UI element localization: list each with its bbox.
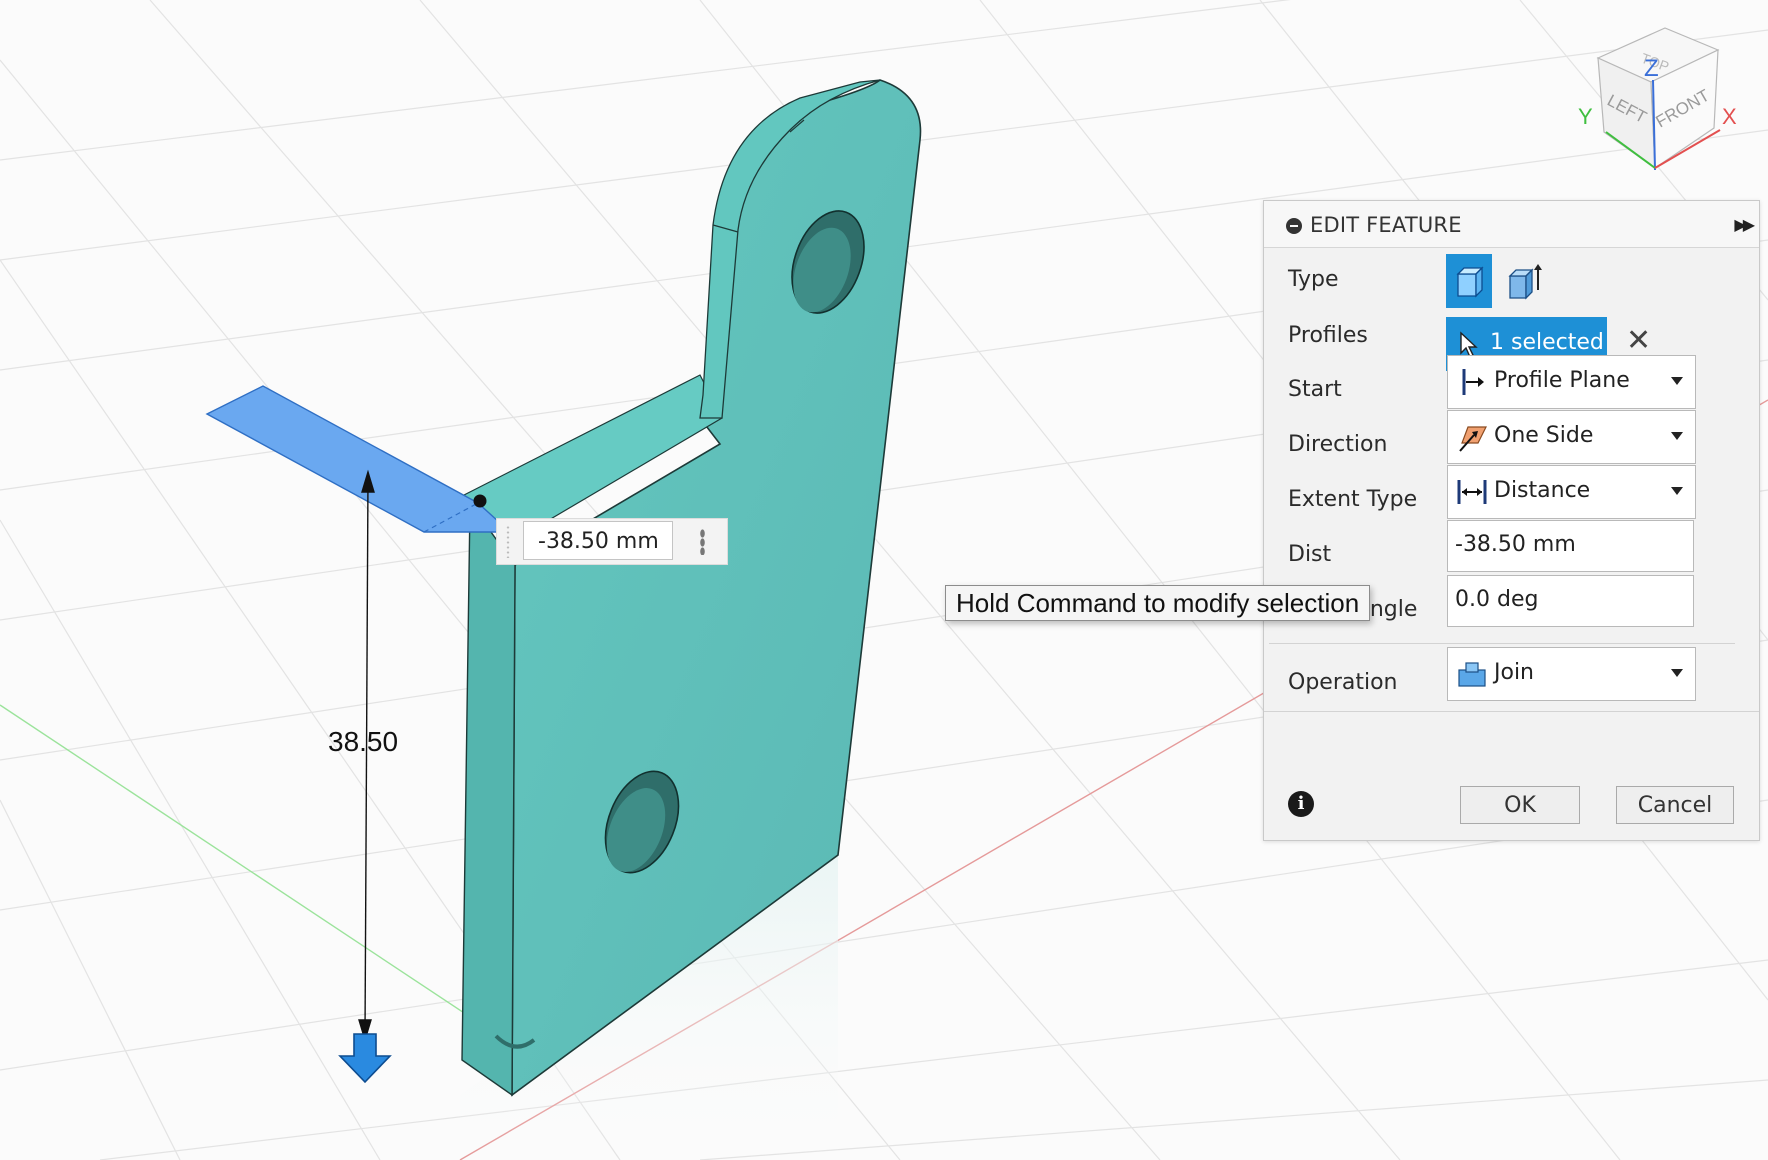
thin-extrude-icon — [1508, 264, 1542, 300]
chevron-down-icon — [1671, 669, 1683, 677]
panel-divider — [1269, 643, 1735, 644]
operation-label: Operation — [1288, 670, 1398, 695]
distance-label: Dist — [1288, 542, 1332, 567]
expand-panel-icon[interactable]: ▶▶ — [1734, 215, 1755, 234]
footer-divider — [1264, 711, 1759, 712]
y-axis-label: Y — [1578, 104, 1593, 129]
y-axis-line — [0, 704, 521, 1051]
chevron-down-icon — [1671, 377, 1683, 385]
dimension-label[interactable]: 38.50 — [328, 726, 398, 758]
canvas-distance-manipulator: -38.50 mm — [496, 518, 728, 565]
extrude-drag-arrow[interactable] — [338, 1033, 392, 1084]
cancel-button[interactable]: Cancel — [1616, 786, 1734, 824]
ok-button[interactable]: OK — [1460, 786, 1580, 824]
distance-input[interactable]: -38.50 mm — [1447, 520, 1694, 572]
extent-type-dropdown[interactable]: Distance — [1447, 465, 1696, 519]
profile-point[interactable] — [473, 494, 487, 508]
more-options-icon[interactable] — [700, 529, 705, 555]
direction-label: Direction — [1288, 432, 1388, 457]
drag-grip[interactable] — [505, 525, 511, 558]
direction-value: One Side — [1494, 423, 1594, 448]
distance-icon — [1457, 480, 1487, 504]
view-cube[interactable]: TOP LEFT FRONT Z Y X — [1578, 27, 1737, 171]
operation-value: Join — [1494, 660, 1535, 685]
z-axis-label: Z — [1644, 55, 1659, 82]
profiles-count: 1 selected — [1490, 330, 1604, 355]
extrude-icon — [1456, 266, 1484, 298]
direction-dropdown[interactable]: One Side — [1447, 410, 1696, 464]
type-extrude-button[interactable] — [1446, 254, 1492, 308]
type-label: Type — [1288, 267, 1339, 292]
type-thin-extrude-button[interactable] — [1500, 254, 1546, 308]
panel-title: EDIT FEATURE — [1310, 213, 1462, 237]
profile-plane-icon — [1462, 369, 1484, 395]
chevron-down-icon — [1671, 487, 1683, 495]
x-axis-label: X — [1722, 104, 1737, 129]
start-dropdown[interactable]: Profile Plane — [1447, 355, 1696, 409]
canvas-distance-input[interactable]: -38.50 mm — [523, 521, 673, 560]
edit-feature-panel: EDIT FEATURE ▶▶ Type Profiles 1 selected… — [1263, 200, 1760, 841]
collapse-icon[interactable] — [1286, 218, 1302, 234]
extent-type-label: Extent Type — [1288, 487, 1418, 512]
selection-tooltip: Hold Command to modify selection — [945, 585, 1371, 621]
extent-type-value: Distance — [1494, 478, 1591, 503]
info-icon[interactable]: i — [1288, 791, 1314, 817]
start-label: Start — [1288, 377, 1342, 402]
taper-angle-input[interactable]: 0.0 deg — [1447, 575, 1694, 627]
start-value: Profile Plane — [1494, 368, 1630, 393]
join-icon — [1458, 662, 1486, 687]
operation-dropdown[interactable]: Join — [1447, 647, 1696, 701]
panel-header: EDIT FEATURE ▶▶ — [1264, 201, 1759, 248]
chevron-down-icon — [1671, 432, 1683, 440]
one-side-icon — [1459, 426, 1487, 452]
profiles-label: Profiles — [1288, 323, 1368, 348]
part-side-face — [461, 494, 516, 1097]
